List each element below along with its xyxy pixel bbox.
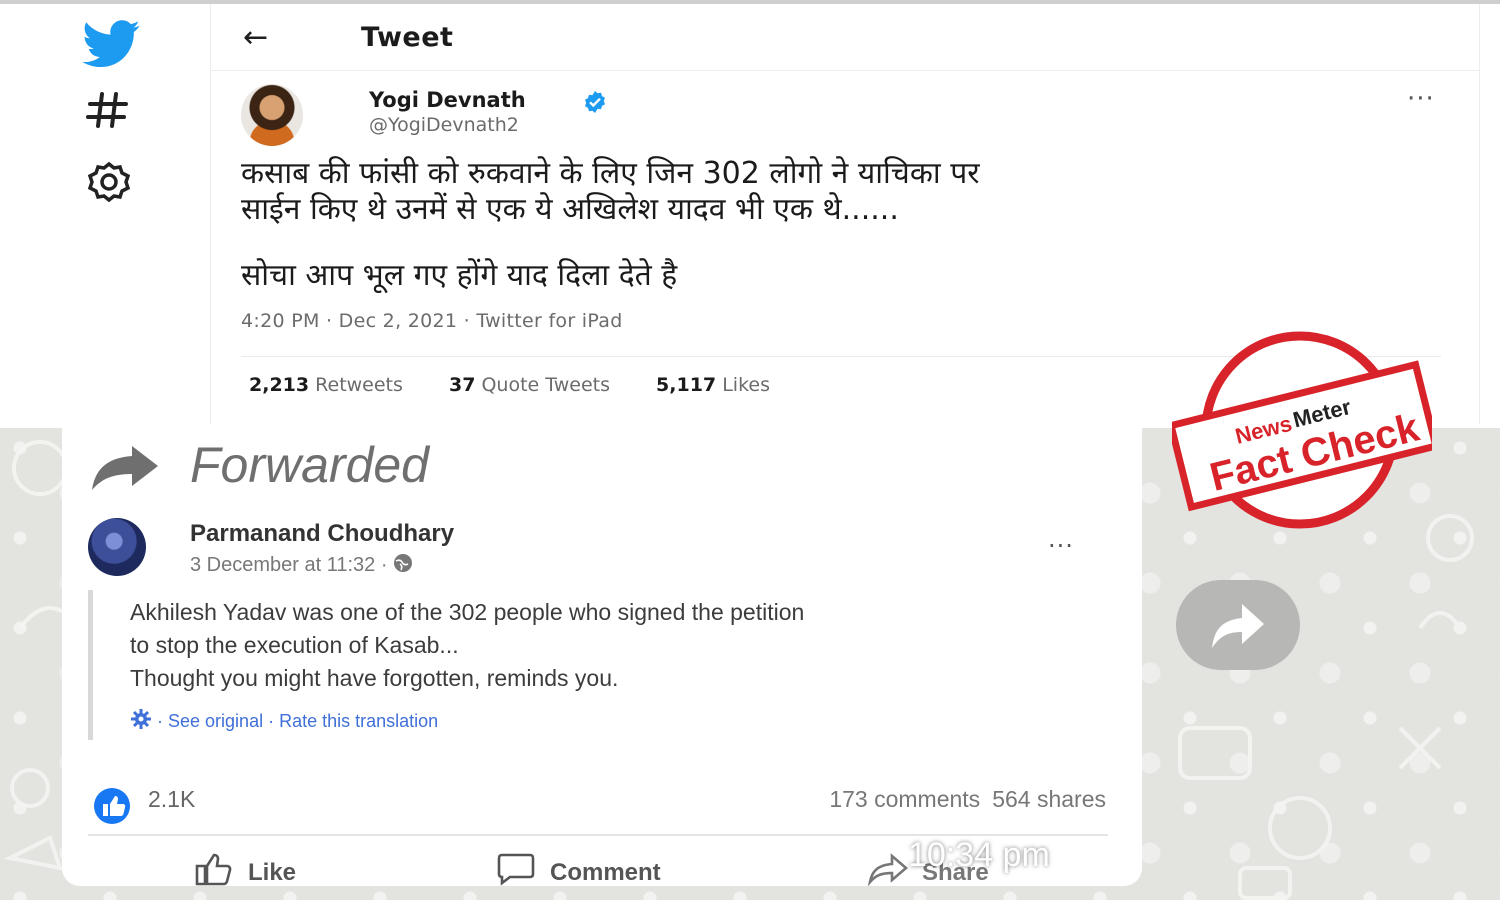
translate-gear-icon <box>130 709 157 734</box>
fb-post-line: Thought you might have forgotten, remind… <box>130 665 619 691</box>
hashtag-icon[interactable] <box>86 90 130 134</box>
forwarded-arrow-icon <box>90 440 160 494</box>
fb-post-text: Akhilesh Yadav was one of the 302 people… <box>130 596 1110 695</box>
quote-tweets-stat[interactable]: 37 Quote Tweets <box>449 374 610 396</box>
fb-author-avatar <box>88 518 146 576</box>
like-reaction-icon <box>92 786 132 830</box>
message-time: 10:34 pm <box>908 836 1050 874</box>
tweet-line: साईन किए थे उनमें से एक ये अखिलेश यादव भ… <box>241 192 899 227</box>
page-title: Tweet <box>361 22 454 53</box>
comments-count: 173 comments <box>829 786 981 812</box>
fb-post-date-text: 3 December at 11:32 · <box>190 554 388 576</box>
tweet-text: कसाब की फांसी को रुकवाने के लिए जिन 302 … <box>241 156 1461 294</box>
forwarded-message-bubble[interactable]: Forwarded Parmanand Choudhary 3 December… <box>62 428 1142 887</box>
likes-label: Likes <box>722 374 770 396</box>
retweets-count: 2,213 <box>249 374 310 396</box>
tweet-line: सोचा आप भूल गए होंगे याद दिला देते है <box>241 258 678 293</box>
twitter-sidebar <box>60 10 170 210</box>
fb-like-action: Like <box>194 852 296 887</box>
like-label: Like <box>248 859 297 886</box>
see-original-link: · See original · Rate this translation <box>157 711 439 731</box>
tweet-line: कसाब की फांसी को रुकवाने के लिए जिन 302 … <box>241 156 980 191</box>
share-icon <box>867 853 908 887</box>
translation-links: · See original · Rate this translation <box>130 708 438 735</box>
forwarded-label: Forwarded <box>190 437 429 493</box>
fb-post-date: 3 December at 11:32 · <box>190 552 414 580</box>
likes-count: 5,117 <box>656 374 717 396</box>
tweet-more-options-icon[interactable]: ··· <box>1407 84 1435 114</box>
back-arrow-icon[interactable]: ← <box>243 20 268 55</box>
reactions-count: 2.1K <box>148 786 196 812</box>
fb-comment-action: Comment <box>496 852 661 887</box>
author-avatar[interactable] <box>241 84 303 146</box>
fb-more-options-icon: ··· <box>1048 532 1074 560</box>
author-name[interactable]: Yogi Devnath <box>369 88 526 112</box>
shares-count: 564 shares <box>992 786 1106 812</box>
retweets-label: Retweets <box>315 374 403 396</box>
verified-badge-icon <box>583 90 607 118</box>
fb-post-line: to stop the execution of Kasab... <box>130 632 459 658</box>
comment-bubble-icon <box>497 853 535 886</box>
engagement-counts: 173 comments 564 shares <box>817 786 1106 813</box>
forward-share-button[interactable] <box>1176 580 1300 670</box>
fb-author-name: Parmanand Choudhary <box>190 520 455 547</box>
fact-check-stamp: News Meter Fact Check <box>1172 331 1432 529</box>
globe-icon <box>392 552 414 580</box>
gear-icon[interactable] <box>84 160 134 208</box>
fb-post-line: Akhilesh Yadav was one of the 302 people… <box>130 599 805 625</box>
tweet-timestamp[interactable]: 4:20 PM · Dec 2, 2021 · Twitter for iPad <box>241 310 623 332</box>
twitter-bird-icon[interactable] <box>82 20 142 72</box>
tweet-header: ← Tweet <box>211 4 1479 71</box>
quote-bar <box>88 590 93 740</box>
author-handle[interactable]: @YogiDevnath2 <box>369 114 519 136</box>
share-arrow-icon <box>1212 604 1264 648</box>
quote-tweets-label: Quote Tweets <box>481 374 610 396</box>
likes-stat[interactable]: 5,117 Likes <box>656 374 770 396</box>
comment-label: Comment <box>550 859 661 886</box>
thumbs-up-icon <box>195 853 232 886</box>
retweets-stat[interactable]: 2,213 Retweets <box>249 374 403 396</box>
quote-tweets-count: 37 <box>448 374 476 396</box>
tweet-stats: 2,213 Retweets 37 Quote Tweets 5,117 Lik… <box>249 374 810 396</box>
